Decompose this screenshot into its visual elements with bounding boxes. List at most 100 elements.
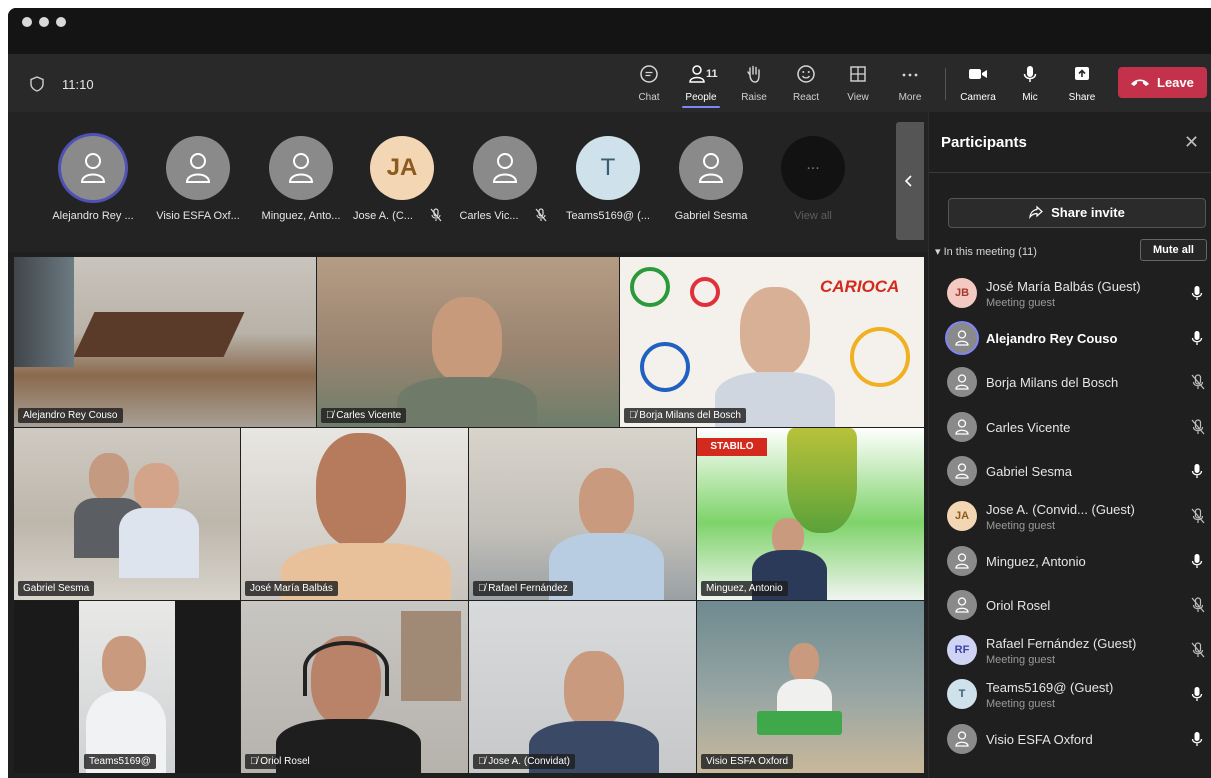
participant-mic-indicator[interactable] — [1191, 285, 1203, 306]
people-button[interactable]: 11 People — [678, 62, 724, 108]
view-all-button[interactable]: ... View all — [763, 112, 863, 252]
view-button[interactable]: View — [835, 62, 881, 108]
participant-name: Carles Vicente — [986, 419, 1071, 435]
participant-mic-indicator[interactable] — [1191, 553, 1203, 574]
participant-row[interactable]: Carles Vicente — [929, 407, 1211, 451]
mic-button[interactable]: Mic — [1007, 62, 1053, 108]
participant-row[interactable]: Gabriel Sesma — [929, 451, 1211, 495]
teams-window: 11:10 Chat 11 People Raise React View Mo… — [8, 8, 1211, 778]
video-tile[interactable]: Visio ESFA Oxford — [697, 601, 924, 773]
camera-button[interactable]: Camera — [955, 62, 1001, 108]
participant-mic-indicator[interactable] — [1191, 330, 1203, 351]
participant-face — [432, 297, 502, 382]
participant-row[interactable]: Minguez, Antonio — [929, 541, 1211, 585]
video-tile[interactable]: 🎙̸ Carles Vicente — [317, 257, 619, 427]
video-tile[interactable]: 🎙̸ Rafael Fernández — [469, 428, 696, 600]
panel-title: Participants — [941, 134, 1027, 151]
video-tile[interactable]: Alejandro Rey Couso — [14, 257, 316, 427]
share-button[interactable]: Share — [1059, 62, 1105, 108]
avatar-strip-item[interactable]: Carles Vic... — [455, 112, 555, 252]
in-meeting-toggle[interactable]: ▾ In this meeting (11) — [935, 245, 1037, 258]
video-tile[interactable]: Gabriel Sesma — [14, 428, 240, 600]
video-tile[interactable]: CARIOCA 🎙̸ Borja Milans del Bosch — [620, 257, 924, 427]
chat-button[interactable]: Chat — [626, 62, 672, 108]
participant-row[interactable]: T Teams5169@ (Guest) Meeting guest — [929, 674, 1211, 718]
person-icon — [955, 374, 969, 390]
participant-muted-indicator[interactable] — [1191, 508, 1205, 529]
more-button[interactable]: More — [887, 62, 933, 108]
more-avatars: ... — [781, 136, 845, 200]
mic-label: Mic — [1022, 92, 1038, 103]
react-button[interactable]: React — [783, 62, 829, 108]
title-bar — [8, 8, 1211, 54]
mic-off-icon — [430, 208, 442, 222]
background-scribble — [690, 277, 720, 307]
minimize-window-dot[interactable] — [39, 17, 49, 27]
participant-face — [89, 453, 129, 501]
avatar: T — [576, 136, 640, 200]
participant-name: Gabriel Sesma — [986, 464, 1072, 480]
people-count: 11 — [706, 68, 718, 80]
window-backdrop — [401, 611, 461, 701]
avatar-strip-item[interactable]: Visio ESFA Oxf... — [148, 112, 248, 252]
avatar-strip-item[interactable]: JA Jose A. (C... — [352, 112, 452, 252]
video-grid: Alejandro Rey Couso 🎙̸ Carles Vicente CA… — [14, 257, 924, 773]
video-tile[interactable]: 🎙̸ Oriol Rosel — [241, 601, 468, 773]
chat-label: Chat — [638, 92, 660, 103]
background-scribble — [850, 327, 910, 387]
avatar-strip-item[interactable]: T Teams5169@ (... — [558, 112, 658, 252]
participant-role: Meeting guest — [986, 520, 1056, 532]
participant-muted-indicator[interactable] — [1191, 597, 1205, 618]
mic-off-icon — [1191, 508, 1205, 524]
in-meeting-label: In this meeting (11) — [943, 246, 1037, 258]
people-icon — [689, 65, 705, 83]
leave-button[interactable]: Leave — [1118, 67, 1207, 98]
close-window-dot[interactable] — [22, 17, 32, 27]
maximize-window-dot[interactable] — [56, 17, 66, 27]
camera-label: Camera — [960, 92, 996, 103]
participant-row[interactable]: RF Rafael Fernández (Guest) Meeting guest — [929, 630, 1211, 674]
participant-name: José María Balbás (Guest) — [986, 279, 1141, 294]
participant-muted-indicator[interactable] — [1191, 419, 1205, 440]
avatar-name: Jose A. (C... — [353, 210, 413, 222]
avatar: T — [947, 679, 977, 710]
mic-off-icon — [1191, 419, 1205, 435]
video-tile[interactable]: Teams5169@ — [14, 601, 240, 773]
avatar-strip-item[interactable]: Alejandro Rey ... — [43, 112, 143, 252]
toolbar-divider — [945, 68, 946, 100]
avatar — [947, 456, 977, 487]
hang-up-icon — [1131, 79, 1149, 86]
share-invite-button[interactable]: Share invite — [948, 198, 1206, 228]
participant-name-tag: 🎙̸ Jose A. (Convidat) — [473, 754, 575, 769]
avatar-strip-item[interactable]: Minguez, Anto... — [251, 112, 351, 252]
participant-face — [316, 433, 406, 548]
video-tile[interactable]: José María Balbás — [241, 428, 468, 600]
person-icon — [185, 153, 211, 183]
participant-row[interactable]: Oriol Rosel — [929, 585, 1211, 629]
mute-all-button[interactable]: Mute all — [1140, 239, 1207, 261]
video-tile[interactable]: STABILO Minguez, Antonio — [697, 428, 924, 600]
participant-name: Borja Milans del Bosch — [986, 375, 1119, 391]
participant-row[interactable]: Alejandro Rey Couso — [929, 318, 1211, 362]
raise-hand-button[interactable]: Raise — [731, 62, 777, 108]
participant-row[interactable]: Visio ESFA Oxford — [929, 719, 1211, 763]
avatar — [947, 590, 977, 621]
participant-name-tag: José María Balbás — [245, 581, 338, 596]
participant-mic-indicator[interactable] — [1191, 463, 1203, 484]
mic-on-icon — [1191, 732, 1203, 746]
participant-face — [740, 287, 810, 377]
close-icon[interactable]: ✕ — [1184, 132, 1199, 153]
participant-muted-indicator[interactable] — [1191, 374, 1205, 395]
avatar-strip-scroll[interactable] — [896, 122, 924, 240]
participant-row[interactable]: Borja Milans del Bosch — [929, 362, 1211, 406]
participant-muted-indicator[interactable] — [1191, 642, 1205, 663]
meeting-time: 11:10 — [62, 77, 94, 92]
video-tile[interactable]: 🎙̸ Jose A. (Convidat) — [469, 601, 696, 773]
participant-row[interactable]: JB José María Balbás (Guest) Meeting guest — [929, 273, 1211, 317]
participant-mic-indicator[interactable] — [1191, 731, 1203, 752]
avatar-strip-item[interactable]: Gabriel Sesma — [661, 112, 761, 252]
microphone-icon — [1023, 66, 1037, 82]
participant-mic-indicator[interactable] — [1191, 686, 1203, 707]
participant-row[interactable]: JA Jose A. (Convid... (Guest) Meeting gues… — [929, 496, 1211, 540]
participant-body — [119, 508, 199, 578]
